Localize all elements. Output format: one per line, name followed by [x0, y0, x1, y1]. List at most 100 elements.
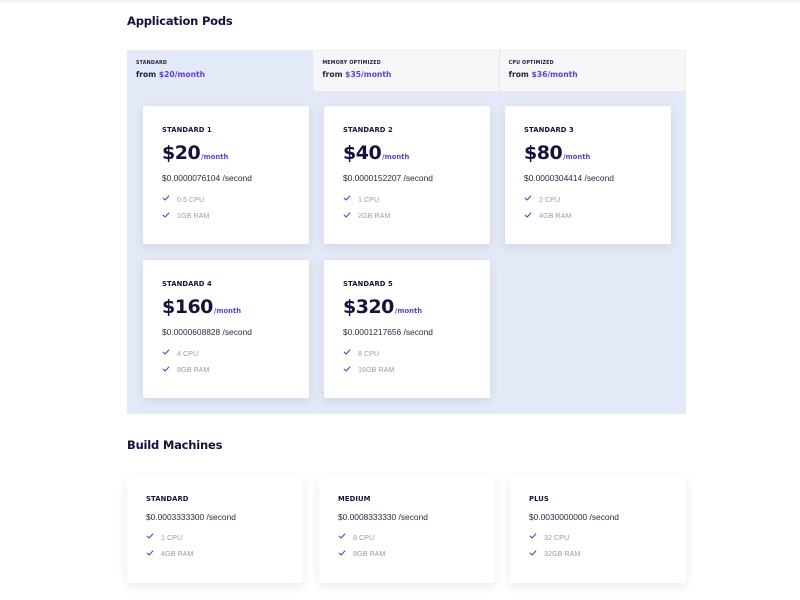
per-second-price: $0.0001217656 /second [343, 327, 433, 337]
feature-item: 32 CPU [529, 529, 686, 546]
check-icon [162, 211, 172, 221]
price-row: $80 /month [524, 142, 671, 164]
feature-item: 8 CPU [343, 345, 490, 362]
tab-from-label: from [136, 70, 157, 79]
feature-item: 4GB RAM [524, 208, 671, 225]
price-unit: /month [213, 307, 242, 315]
price-unit: /month [394, 307, 423, 315]
feature-item: 16GB RAM [343, 362, 490, 379]
price-row: $40 /month [343, 142, 490, 164]
tab-price: from $35/month [322, 70, 498, 79]
monthly-price: $320 [343, 296, 394, 318]
feature-item: 4 CPU [162, 345, 309, 362]
feature-label: 8GB RAM [177, 365, 210, 375]
feature-item: 2GB RAM [343, 208, 490, 225]
feature-label: 8GB RAM [353, 549, 386, 559]
feature-item: 8GB RAM [338, 546, 495, 563]
per-second-price: $0.0000608828 /second [162, 327, 252, 337]
machine-name: PLUS [529, 495, 549, 503]
feature-label: 1 CPU [161, 532, 183, 542]
check-icon [162, 365, 172, 375]
tab-price-value: $35/month [345, 70, 392, 79]
feature-item: 2 CPU [524, 191, 671, 208]
machine-name: STANDARD [146, 495, 189, 503]
price-row: $320 /month [343, 296, 490, 318]
per-second-price: $0.0008333330 /second [338, 512, 428, 522]
feature-list: 1 CPU 2GB RAM [343, 191, 490, 224]
feature-label: 1GB RAM [177, 211, 210, 221]
plan-name: STANDARD 2 [343, 126, 393, 134]
feature-item: 1GB RAM [162, 208, 309, 225]
monthly-price: $80 [524, 142, 563, 164]
per-second-price: $0.0000076104 /second [162, 173, 252, 183]
feature-item: 8 CPU [338, 529, 495, 546]
pod-type-tabs: STANDARD from $20/month MEMORY OPTIMIZED… [127, 50, 686, 91]
per-second-price: $0.0030000000 /second [529, 512, 619, 522]
feature-label: 4GB RAM [161, 549, 194, 559]
price-row: $20 /month [162, 142, 309, 164]
tab-from-label: from [508, 70, 529, 79]
feature-item: 1 CPU [146, 529, 303, 546]
per-second-price: $0.0000304414 /second [524, 173, 614, 183]
feature-label: 32GB RAM [544, 549, 581, 559]
pod-plan-card: STANDARD 3 $80 /month $0.0000304414 /sec… [505, 106, 671, 244]
top-bar [0, 0, 800, 3]
pod-plan-card: STANDARD 4 $160 /month $0.0000608828 /se… [143, 260, 309, 398]
check-icon [338, 532, 348, 542]
price-unit: /month [382, 153, 410, 161]
feature-label: 1 CPU [358, 194, 380, 204]
feature-list: 1 CPU 4GB RAM [146, 529, 303, 562]
pod-plan-card: STANDARD 2 $40 /month $0.0000152207 /sec… [324, 106, 490, 244]
feature-item: 32GB RAM [529, 546, 686, 563]
feature-label: 8 CPU [353, 532, 375, 542]
feature-item: 8GB RAM [162, 362, 309, 379]
tab-standard[interactable]: STANDARD from $20/month [127, 50, 313, 91]
plan-name: STANDARD 5 [343, 280, 393, 288]
per-second-price: $0.0003333300 /second [146, 512, 236, 522]
feature-list: 32 CPU 32GB RAM [529, 529, 686, 562]
application-pods-title: Application Pods [127, 14, 233, 28]
check-icon [524, 194, 534, 204]
feature-list: 0.5 CPU 1GB RAM [162, 191, 309, 224]
tab-name: MEMORY OPTIMIZED [322, 61, 381, 66]
build-machine-card: PLUS $0.0030000000 /second 32 CPU 32GB R… [510, 476, 686, 583]
feature-list: 8 CPU 16GB RAM [343, 345, 490, 378]
monthly-price: $40 [343, 142, 382, 164]
feature-label: 4 CPU [177, 348, 199, 358]
feature-item: 0.5 CPU [162, 191, 309, 208]
feature-label: 4GB RAM [539, 211, 572, 221]
monthly-price: $160 [162, 296, 213, 318]
per-second-price: $0.0000152207 /second [343, 173, 433, 183]
tab-price: from $20/month [136, 70, 312, 79]
feature-label: 2 CPU [539, 194, 561, 204]
check-icon [343, 211, 353, 221]
feature-label: 16GB RAM [358, 365, 395, 375]
machine-name: MEDIUM [338, 495, 371, 503]
check-icon [529, 549, 539, 559]
feature-list: 8 CPU 8GB RAM [338, 529, 495, 562]
tab-price-value: $36/month [531, 70, 578, 79]
plan-name: STANDARD 3 [524, 126, 574, 134]
tab-cpu-optimized[interactable]: CPU OPTIMIZED from $36/month [498, 50, 686, 91]
check-icon [162, 348, 172, 358]
build-machine-card: MEDIUM $0.0008333330 /second 8 CPU 8GB R… [319, 476, 495, 583]
feature-label: 2GB RAM [358, 211, 391, 221]
build-machines-title: Build Machines [127, 438, 223, 452]
tab-price: from $36/month [509, 70, 685, 79]
check-icon [524, 211, 534, 221]
tab-memory-optimized[interactable]: MEMORY OPTIMIZED from $35/month [312, 50, 499, 91]
plan-name: STANDARD 1 [162, 126, 212, 134]
feature-item: 4GB RAM [146, 546, 303, 563]
price-unit: /month [201, 153, 229, 161]
feature-label: 32 CPU [544, 532, 570, 542]
feature-item: 1 CPU [343, 191, 490, 208]
check-icon [343, 365, 353, 375]
plan-name: STANDARD 4 [162, 280, 212, 288]
pod-plan-card: STANDARD 5 $320 /month $0.0001217656 /se… [324, 260, 490, 398]
price-unit: /month [563, 153, 591, 161]
feature-label: 8 CPU [358, 348, 380, 358]
check-icon [146, 532, 156, 542]
feature-list: 4 CPU 8GB RAM [162, 345, 309, 378]
tab-from-label: from [322, 70, 343, 79]
tab-name: STANDARD [136, 61, 168, 66]
